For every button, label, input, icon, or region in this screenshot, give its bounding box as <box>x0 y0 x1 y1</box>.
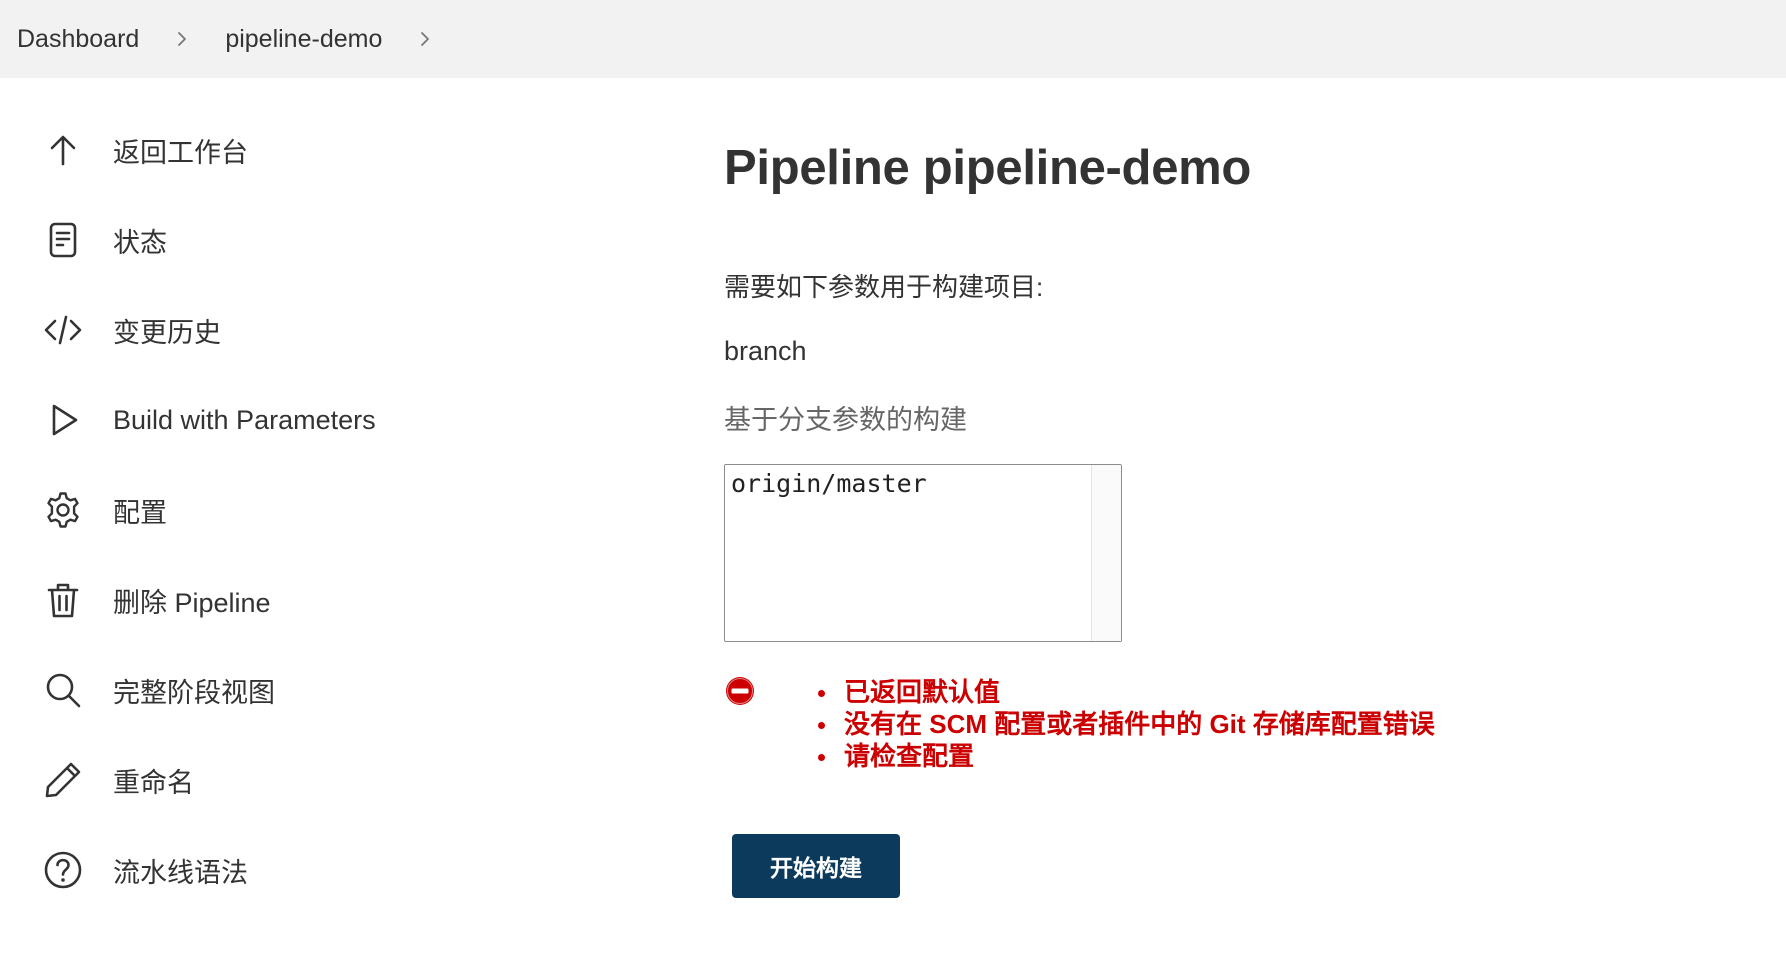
sidebar-item-back-to-dashboard[interactable]: 返回工作台 <box>40 120 248 180</box>
arrow-up-icon <box>40 127 86 173</box>
error-icon <box>726 677 754 705</box>
sidebar-item-label: 流水线语法 <box>113 857 248 888</box>
error-list: 已返回默认值 没有在 SCM 配置或者插件中的 Git 存储库配置错误 请检查配… <box>816 676 1435 772</box>
branch-select-list[interactable]: origin/master <box>724 464 1122 642</box>
gear-icon <box>40 487 86 533</box>
error-item: 没有在 SCM 配置或者插件中的 Git 存储库配置错误 <box>816 708 1435 740</box>
pencil-icon <box>40 757 86 803</box>
start-build-button[interactable]: 开始构建 <box>732 834 900 898</box>
breadcrumb-dashboard[interactable]: Dashboard <box>17 25 139 54</box>
scrollbar[interactable] <box>1091 465 1121 641</box>
search-icon <box>40 667 86 713</box>
chevron-right-icon[interactable] <box>412 26 438 52</box>
sidebar-item-status[interactable]: 状态 <box>40 210 167 270</box>
sidebar-item-full-stage-view[interactable]: 完整阶段视图 <box>40 660 275 720</box>
sidebar-item-changes[interactable]: 变更历史 <box>40 300 221 360</box>
branch-option[interactable]: origin/master <box>731 469 927 498</box>
trash-icon <box>40 577 86 623</box>
parameters-intro: 需要如下参数用于构建项目: <box>724 272 1044 302</box>
error-item: 已返回默认值 <box>816 676 1435 708</box>
sidebar-item-label: 状态 <box>113 227 167 258</box>
sidebar-item-label: 重命名 <box>113 767 194 798</box>
code-icon <box>40 307 86 353</box>
parameter-description: 基于分支参数的构建 <box>724 405 967 435</box>
sidebar-item-label: 配置 <box>113 497 167 528</box>
document-icon <box>40 217 86 263</box>
sidebar-item-delete-pipeline[interactable]: 删除 Pipeline <box>40 570 271 630</box>
play-icon <box>40 397 86 443</box>
breadcrumb-pipeline-demo[interactable]: pipeline-demo <box>225 25 382 54</box>
page-title: Pipeline pipeline-demo <box>724 141 1252 195</box>
chevron-right-icon[interactable] <box>169 26 195 52</box>
sidebar-item-label: 变更历史 <box>113 317 221 348</box>
sidebar-item-label: 返回工作台 <box>113 137 248 168</box>
breadcrumb: Dashboard pipeline-demo <box>0 0 1786 78</box>
error-item: 请检查配置 <box>816 740 1435 772</box>
sidebar-item-pipeline-syntax[interactable]: 流水线语法 <box>40 840 248 900</box>
sidebar-item-label: 删除 Pipeline <box>113 587 271 618</box>
sidebar-item-label: Build with Parameters <box>113 404 376 435</box>
help-icon <box>40 847 86 893</box>
parameter-name: branch <box>724 336 807 366</box>
sidebar-item-rename[interactable]: 重命名 <box>40 750 194 810</box>
sidebar-item-configure[interactable]: 配置 <box>40 480 167 540</box>
sidebar-item-label: 完整阶段视图 <box>113 677 275 708</box>
sidebar-item-build-with-parameters[interactable]: Build with Parameters <box>40 390 376 450</box>
